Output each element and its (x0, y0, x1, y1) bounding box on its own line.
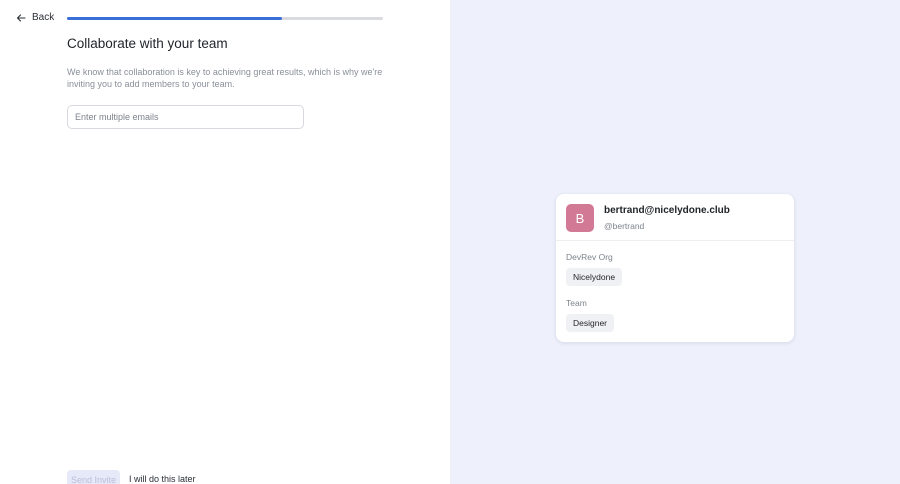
email-input[interactable] (67, 105, 304, 129)
skip-later-link[interactable]: I will do this later (129, 474, 196, 484)
profile-card-header: B bertrand@nicelydone.club @bertrand (556, 194, 794, 241)
org-chip: Nicelydone (566, 268, 623, 286)
profile-email: bertrand@nicelydone.club (604, 205, 730, 216)
back-button[interactable]: Back (16, 12, 54, 23)
team-label: Team (566, 298, 587, 308)
invite-form-pane: Back Collaborate with your team We know … (0, 0, 450, 484)
arrow-left-icon (16, 13, 26, 23)
progress-fill (67, 17, 282, 20)
profile-preview-card: B bertrand@nicelydone.club @bertrand Dev… (556, 194, 794, 342)
page-title: Collaborate with your team (67, 36, 228, 51)
send-invite-button[interactable]: Send Invite (67, 470, 120, 484)
profile-handle: @bertrand (604, 221, 645, 231)
onboarding-progress-bar (67, 17, 383, 20)
avatar: B (566, 204, 594, 232)
team-chip: Designer (566, 314, 615, 332)
page-description: We know that collaboration is key to ach… (67, 67, 383, 89)
back-label: Back (32, 12, 55, 23)
org-label: DevRev Org (566, 252, 613, 262)
